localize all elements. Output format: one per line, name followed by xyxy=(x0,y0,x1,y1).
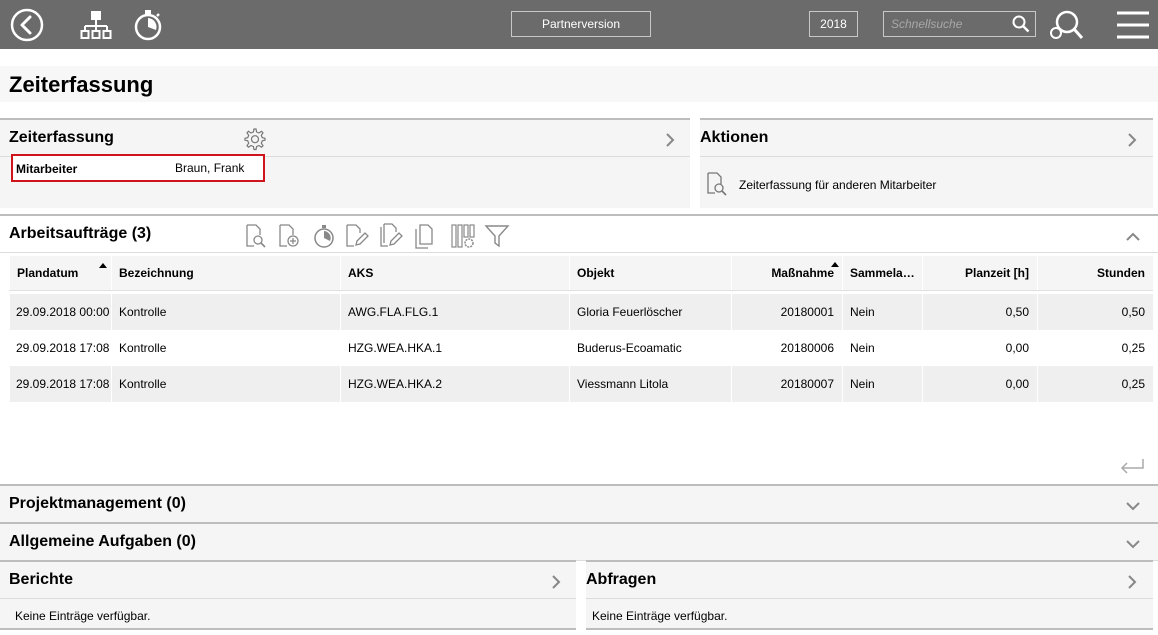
sitemap-icon[interactable] xyxy=(79,8,113,42)
reports-header[interactable]: Berichte xyxy=(0,560,576,599)
table-row[interactable]: 29.09.2018 17:08 Kontrolle HZG.WEA.HKA.1… xyxy=(9,330,1153,366)
partner-version-button[interactable]: Partnerversion xyxy=(511,11,651,37)
cell-aks: HZG.WEA.HKA.1 xyxy=(340,330,569,366)
sort-ascending-icon xyxy=(99,263,107,268)
reports-panel: Berichte Keine Einträge verfügbar. xyxy=(0,560,576,628)
actions-panel: Aktionen xyxy=(700,118,1153,208)
actions-panel-title: Aktionen xyxy=(700,129,769,146)
settings-gear-icon[interactable] xyxy=(242,127,266,151)
cell-massnahme: 20180006 xyxy=(731,330,842,366)
employee-label: Mitarbeiter xyxy=(16,162,78,176)
cell-stunden: 0,25 xyxy=(1037,330,1153,366)
search-icon[interactable] xyxy=(1012,15,1030,33)
cell-planzeit: 0,00 xyxy=(922,366,1037,402)
cell-massnahme: 20180007 xyxy=(731,366,842,402)
chevron-down-icon[interactable] xyxy=(1125,536,1141,552)
reports-title: Berichte xyxy=(9,571,74,588)
cell-stunden: 0,25 xyxy=(1037,366,1153,402)
cell-plandatum: 29.09.2018 00:00 xyxy=(9,294,111,330)
filter-icon[interactable] xyxy=(484,222,510,250)
sort-ascending-icon xyxy=(831,262,839,267)
column-header-objekt[interactable]: Objekt xyxy=(569,256,731,290)
table-row[interactable]: 29.09.2018 00:00 Kontrolle AWG.FLA.FLG.1… xyxy=(9,294,1153,330)
table-row[interactable]: 29.09.2018 17:08 Kontrolle HZG.WEA.HKA.2… xyxy=(9,366,1153,402)
cell-plandatum: 29.09.2018 17:08 xyxy=(9,366,111,402)
general-tasks-panel: Allgemeine Aufgaben (0) xyxy=(0,522,1158,561)
cell-sammelauftrag: Nein xyxy=(842,330,922,366)
document-search-icon xyxy=(706,172,728,196)
cell-objekt: Gloria Feuerlöscher xyxy=(569,294,731,330)
cell-plandatum: 29.09.2018 17:08 xyxy=(9,330,111,366)
cell-planzeit: 0,50 xyxy=(922,294,1037,330)
chevron-up-icon[interactable] xyxy=(1125,229,1141,245)
cell-aks: HZG.WEA.HKA.2 xyxy=(340,366,569,402)
cell-bezeichnung: Kontrolle xyxy=(111,294,340,330)
chevron-right-icon[interactable] xyxy=(548,574,564,590)
queries-panel: Abfragen Keine Einträge verfügbar. xyxy=(586,560,1153,628)
chevron-right-icon[interactable] xyxy=(662,132,678,148)
general-tasks-title: Allgemeine Aufgaben (0) xyxy=(9,533,196,550)
year-button[interactable]: 2018 xyxy=(809,11,858,37)
back-icon[interactable] xyxy=(10,8,44,42)
return-icon[interactable] xyxy=(1119,457,1145,477)
column-header-stunden[interactable]: Stunden xyxy=(1037,256,1153,290)
column-header-bezeichnung[interactable]: Bezeichnung xyxy=(111,256,340,290)
project-management-panel: Projektmanagement (0) xyxy=(0,484,1158,523)
cell-stunden: 0,50 xyxy=(1037,294,1153,330)
cell-sammelauftrag: Nein xyxy=(842,366,922,402)
document-search-icon[interactable] xyxy=(244,222,270,250)
advanced-search-icon[interactable] xyxy=(1048,8,1084,42)
page-title-bar: Zeiterfassung xyxy=(0,66,1158,102)
actions-panel-header[interactable]: Aktionen xyxy=(700,118,1153,157)
cell-aks: AWG.FLA.FLG.1 xyxy=(340,294,569,330)
column-header-sammelauftrag[interactable]: Sammelau… xyxy=(842,256,922,290)
page-title: Zeiterfassung xyxy=(9,72,154,97)
work-orders-title: Arbeitsaufträge (3) xyxy=(9,225,152,242)
zeiterfassung-panel-header[interactable]: Zeiterfassung xyxy=(0,118,690,157)
cell-bezeichnung: Kontrolle xyxy=(111,330,340,366)
menu-icon[interactable] xyxy=(1115,8,1151,42)
zeiterfassung-panel-title: Zeiterfassung xyxy=(9,129,114,146)
cell-planzeit: 0,00 xyxy=(922,330,1037,366)
work-orders-header[interactable]: Arbeitsaufträge (3) xyxy=(0,214,1158,253)
top-bar: Partnerversion 2018 xyxy=(0,0,1158,49)
columns-settings-icon[interactable] xyxy=(450,222,476,250)
cell-sammelauftrag: Nein xyxy=(842,294,922,330)
copy-icon[interactable] xyxy=(412,222,438,250)
documents-edit-icon[interactable] xyxy=(378,222,404,250)
document-edit-icon[interactable] xyxy=(344,222,370,250)
cell-massnahme: 20180001 xyxy=(731,294,842,330)
divider xyxy=(0,628,576,630)
column-header-aks[interactable]: AKS xyxy=(340,256,569,290)
employee-field[interactable]: Mitarbeiter Braun, Frank xyxy=(11,154,265,182)
column-header-massnahme[interactable]: Maßnahme xyxy=(731,256,842,290)
column-header-plandatum[interactable]: Plandatum xyxy=(9,256,111,290)
table-header: Plandatum Bezeichnung AKS Objekt Maßnahm… xyxy=(9,256,1153,291)
general-tasks-header[interactable]: Allgemeine Aufgaben (0) xyxy=(0,522,1158,561)
stopwatch-icon[interactable] xyxy=(311,222,337,250)
chevron-right-icon[interactable] xyxy=(1124,574,1140,590)
cell-bezeichnung: Kontrolle xyxy=(111,366,340,402)
chevron-down-icon[interactable] xyxy=(1125,498,1141,514)
queries-title: Abfragen xyxy=(586,571,657,588)
employee-value: Braun, Frank xyxy=(175,161,245,175)
cell-objekt: Buderus-Ecoamatic xyxy=(569,330,731,366)
action-item-label: Zeiterfassung für anderen Mitarbeiter xyxy=(739,178,937,192)
cell-objekt: Viessmann Litola xyxy=(569,366,731,402)
quick-search-input[interactable] xyxy=(884,12,1012,36)
divider xyxy=(586,628,1153,630)
column-header-planzeit[interactable]: Planzeit [h] xyxy=(922,256,1037,290)
project-management-header[interactable]: Projektmanagement (0) xyxy=(0,484,1158,523)
reports-empty-text: Keine Einträge verfügbar. xyxy=(15,609,151,623)
stopwatch-icon[interactable] xyxy=(131,8,165,42)
queries-empty-text: Keine Einträge verfügbar. xyxy=(592,609,728,623)
chevron-right-icon[interactable] xyxy=(1124,132,1140,148)
queries-header[interactable]: Abfragen xyxy=(586,560,1153,599)
quick-search xyxy=(883,11,1036,37)
project-management-title: Projektmanagement (0) xyxy=(9,495,186,512)
document-add-icon[interactable] xyxy=(277,222,303,250)
